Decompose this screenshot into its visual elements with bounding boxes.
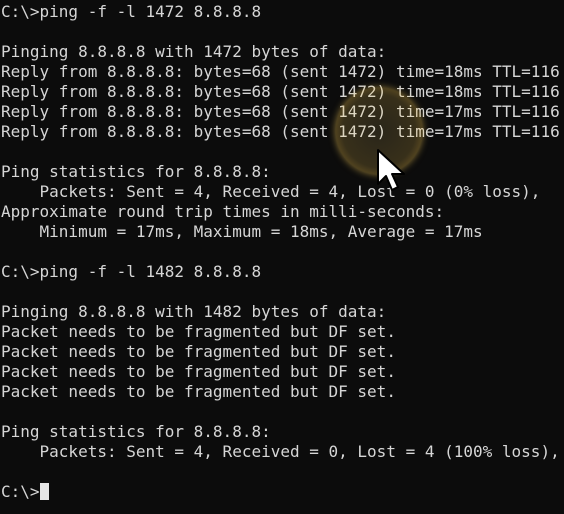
- terminal-line: Packet needs to be fragmented but DF set…: [1, 342, 396, 361]
- text-cursor: [39, 483, 49, 500]
- terminal-line: Packets: Sent = 4, Received = 4, Lost = …: [1, 182, 541, 201]
- terminal-line: Packet needs to be fragmented but DF set…: [1, 322, 396, 341]
- terminal-line: C:\>ping -f -l 1472 8.8.8.8: [1, 2, 262, 21]
- terminal-line: Reply from 8.8.8.8: bytes=68 (sent 1472)…: [1, 82, 560, 101]
- terminal-line: Reply from 8.8.8.8: bytes=68 (sent 1472)…: [1, 62, 560, 81]
- terminal-line: C:\>ping -f -l 1482 8.8.8.8: [1, 262, 262, 281]
- command-prompt-line[interactable]: C:\>: [1, 482, 564, 502]
- terminal-line: Packets: Sent = 4, Received = 0, Lost = …: [1, 442, 560, 461]
- terminal-window[interactable]: C:\>ping -f -l 1472 8.8.8.8 Pinging 8.8.…: [0, 0, 564, 514]
- terminal-line: Pinging 8.8.8.8 with 1482 bytes of data:: [1, 302, 387, 321]
- command-prompt: C:\>: [1, 482, 40, 501]
- terminal-line: Pinging 8.8.8.8 with 1472 bytes of data:: [1, 42, 387, 61]
- terminal-line: Minimum = 17ms, Maximum = 18ms, Average …: [1, 222, 483, 241]
- terminal-line: Ping statistics for 8.8.8.8:: [1, 422, 271, 441]
- terminal-line: Packet needs to be fragmented but DF set…: [1, 362, 396, 381]
- terminal-line: Approximate round trip times in milli-se…: [1, 202, 445, 221]
- terminal-line: Reply from 8.8.8.8: bytes=68 (sent 1472)…: [1, 102, 560, 121]
- terminal-line: Reply from 8.8.8.8: bytes=68 (sent 1472)…: [1, 122, 560, 141]
- terminal-line: Packet needs to be fragmented but DF set…: [1, 382, 396, 401]
- terminal-line: Ping statistics for 8.8.8.8:: [1, 162, 271, 181]
